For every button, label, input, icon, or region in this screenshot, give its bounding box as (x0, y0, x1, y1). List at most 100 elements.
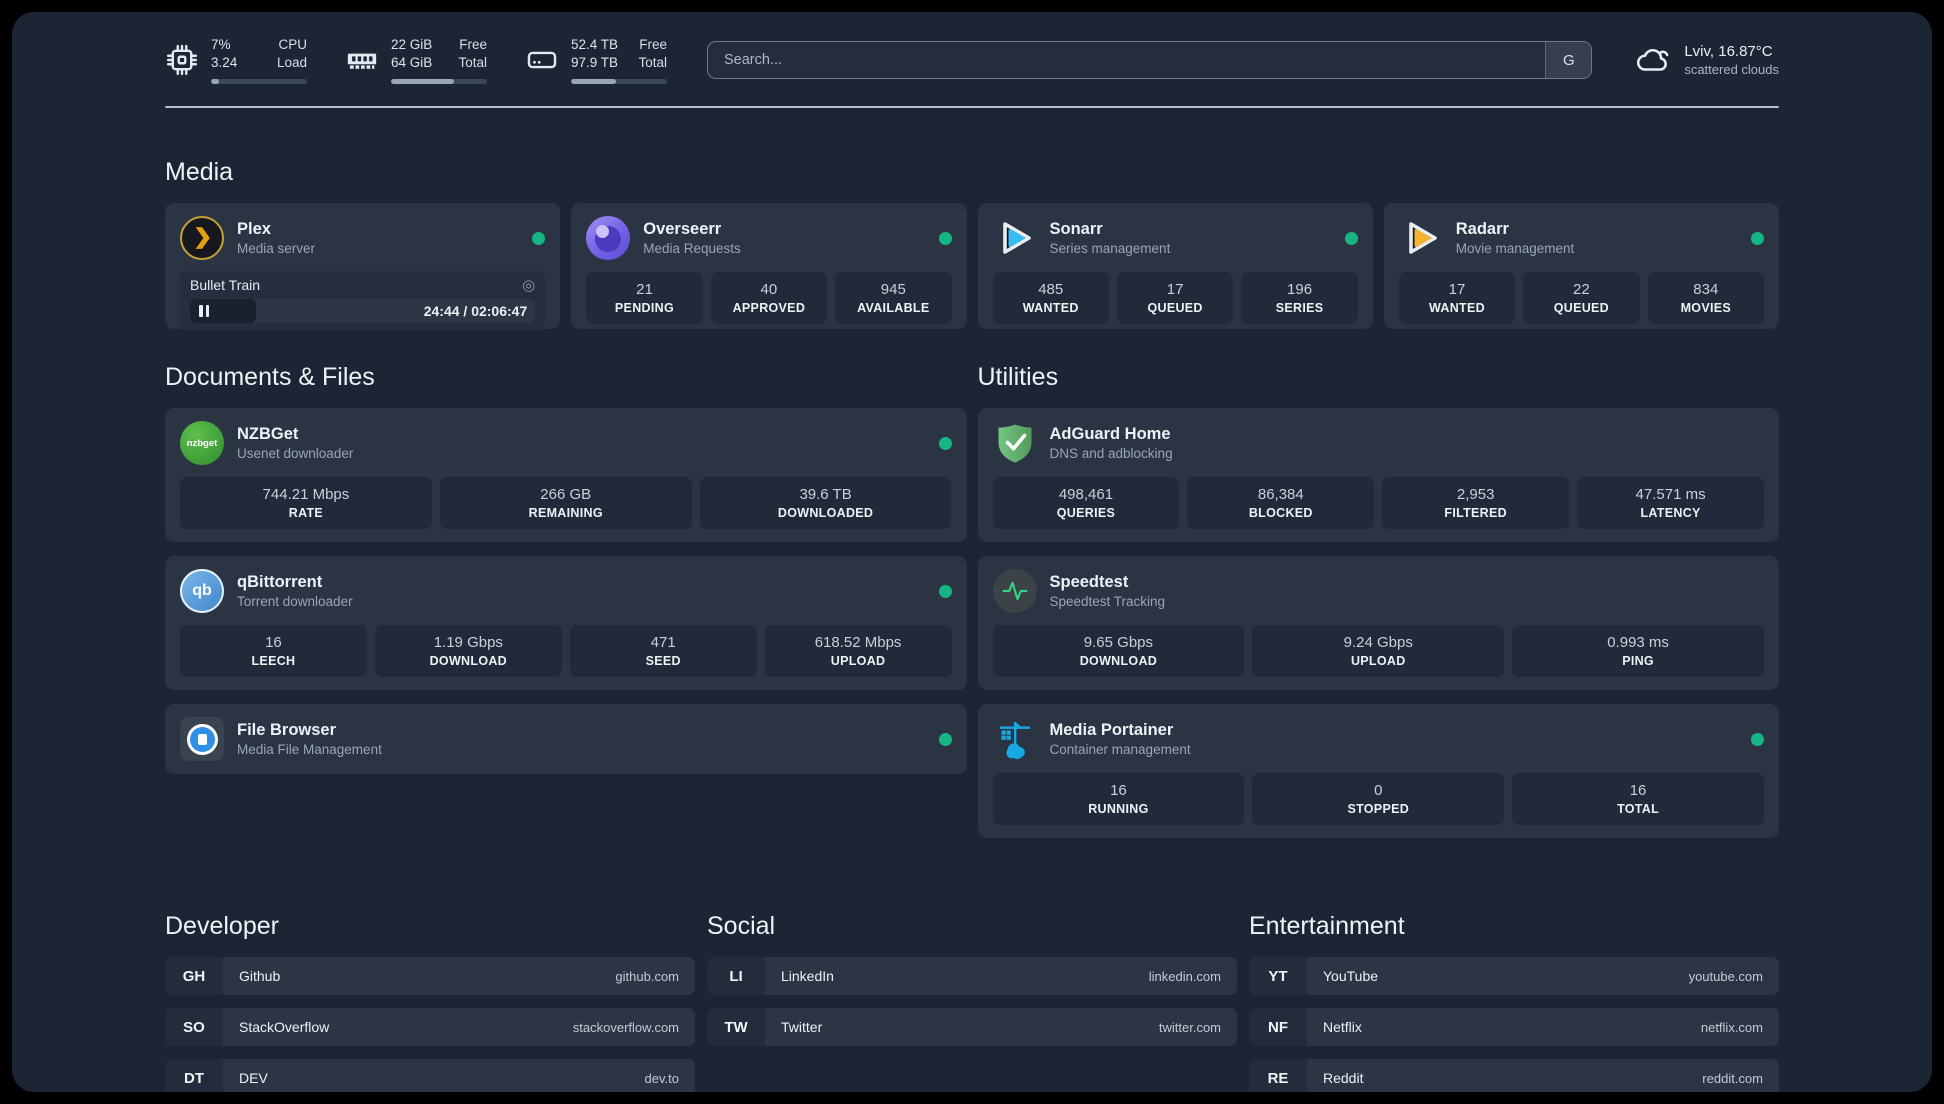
status-dot-radarr (1751, 231, 1764, 245)
stat-tile-downloaded: 39.6 TB DOWNLOADED (699, 477, 952, 530)
header-divider (165, 106, 1779, 109)
plex-icon[interactable] (180, 216, 224, 261)
app-name-speedtest[interactable]: Speedtest (1050, 573, 1166, 592)
stat-tile-wanted: 485 WANTED (992, 272, 1109, 325)
bookmarks-developer: Developer GH Github github.com SO StackO… (165, 912, 695, 1092)
stat-tile-leech: 16 LEECH (180, 625, 367, 678)
stat-tile-download: 1.19 Gbps DOWNLOAD (374, 625, 562, 678)
stat-tile-rate: 744.21 Mbps RATE (180, 477, 432, 530)
section-title-entertainment: Entertainment (1249, 912, 1405, 941)
disk-total-value: 97.9 TB (571, 55, 619, 71)
app-desc-speedtest: Speedtest Tracking (1049, 594, 1166, 610)
stat-tile-wanted: 17 WANTED (1398, 272, 1516, 325)
overseerr-icon[interactable] (586, 216, 631, 261)
cpu-load-value: 3.24 (211, 55, 238, 71)
app-desc-sonarr: Series management (1049, 241, 1171, 257)
cpu-usage-value: 7% (211, 37, 231, 52)
speedtest-icon[interactable] (992, 569, 1037, 614)
bookmark-linkedin[interactable]: LI LinkedIn linkedin.com (707, 957, 1237, 996)
disk-stat: 52.4 TB 97.9 TB Free Total (525, 36, 667, 85)
weather-widget[interactable]: Lviv, 16.87°C scattered clouds (1634, 41, 1779, 79)
bookmark-netflix[interactable]: NF Netflix netflix.com (1249, 1008, 1779, 1047)
app-name-plex[interactable]: Plex (237, 220, 315, 239)
app-name-qbittorrent[interactable]: qBittorrent (237, 573, 353, 592)
app-name-overseerr[interactable]: Overseerr (643, 220, 741, 239)
bookmark-twitter[interactable]: TW Twitter twitter.com (707, 1008, 1237, 1047)
adguard-card: AdGuard Home DNS and adblocking 498,461 … (977, 408, 1779, 543)
status-dot-nzbget (938, 436, 952, 450)
screenshot-frame: 7% 3.24 CPU Load 22 GiB 64 GiB Free Tota… (0, 0, 1944, 1104)
app-desc-radarr: Movie management (1455, 241, 1575, 257)
bookmark-stackoverflow[interactable]: SO StackOverflow stackoverflow.com (165, 1008, 695, 1047)
qbittorrent-icon[interactable]: qb (180, 569, 224, 614)
search-input[interactable] (708, 42, 1546, 79)
filebrowser-card: File Browser Media File Management (165, 704, 967, 775)
app-name-radarr[interactable]: Radarr (1456, 220, 1575, 239)
stat-tile-blocked: 86,384 BLOCKED (1187, 477, 1375, 530)
app-desc-portainer: Container management (1049, 742, 1191, 758)
stat-tile-total: 16 TOTAL (1512, 773, 1764, 826)
bookmarks-social: Social LI LinkedIn linkedin.com TW Twitt… (707, 912, 1237, 1092)
search-engine-button[interactable]: G (1545, 42, 1592, 79)
stat-tile-latency: 47.571 ms LATENCY (1577, 477, 1764, 530)
cpu-progress-fill (211, 79, 219, 85)
app-name-filebrowser[interactable]: File Browser (237, 721, 382, 740)
plex-card: Plex Media server Bullet Train ◎ 24:44 /… (165, 203, 561, 332)
radarr-icon[interactable] (1399, 216, 1443, 260)
memory-free-label: Free (459, 37, 487, 52)
app-desc-qbittorrent: Torrent downloader (237, 594, 353, 610)
bookmark-youtube[interactable]: YT YouTube youtube.com (1249, 957, 1779, 996)
bookmarks-entertainment: Entertainment YT YouTube youtube.com NF … (1249, 912, 1779, 1092)
stat-tile-available: 945 AVAILABLE (835, 272, 952, 325)
app-name-sonarr[interactable]: Sonarr (1050, 220, 1171, 239)
stat-tile-approved: 40 APPROVED (710, 272, 828, 325)
bookmark-dev[interactable]: DT DEV dev.to (165, 1059, 695, 1092)
disk-icon (525, 43, 559, 77)
bookmark-reddit[interactable]: RE Reddit reddit.com (1249, 1059, 1779, 1092)
memory-stat: 22 GiB 64 GiB Free Total (345, 36, 487, 85)
stat-tile-filtered: 2,953 FILTERED (1382, 477, 1570, 530)
weather-location-temp: Lviv, 16.87°C (1684, 43, 1773, 61)
dashboard-page: 7% 3.24 CPU Load 22 GiB 64 GiB Free Tota… (12, 12, 1932, 1092)
pause-button[interactable] (199, 305, 209, 318)
disk-free-label: Free (639, 37, 667, 52)
app-desc-filebrowser: Media File Management (237, 742, 382, 758)
sonarr-icon[interactable] (993, 216, 1037, 260)
status-dot-portainer (1751, 732, 1764, 746)
system-stats: 7% 3.24 CPU Load 22 GiB 64 GiB Free Tota… (165, 36, 667, 85)
memory-progress-fill (391, 79, 455, 85)
cpu-icon (165, 43, 199, 77)
stat-tile-upload: 618.52 Mbps UPLOAD (764, 625, 952, 678)
nzbget-icon[interactable]: nzbget (180, 421, 224, 466)
sonarr-card: Sonarr Series management 485 WANTED 17 Q… (977, 203, 1373, 330)
top-bar: 7% 3.24 CPU Load 22 GiB 64 GiB Free Tota… (165, 36, 1779, 85)
memory-total-label: Total (458, 55, 487, 71)
playback-progress-bar[interactable]: 24:44 / 02:06:47 (190, 299, 536, 324)
cpu-progress-bar (211, 79, 307, 85)
app-name-portainer[interactable]: Media Portainer (1050, 721, 1191, 740)
stat-tile-queued: 22 QUEUED (1523, 272, 1640, 325)
stat-tile-ping: 0.993 ms PING (1512, 625, 1764, 678)
cast-icon[interactable]: ◎ (522, 278, 535, 293)
section-title-media: Media (165, 158, 234, 187)
stat-tile-seed: 471 SEED (569, 625, 757, 678)
cloud-icon (1634, 41, 1672, 79)
speedtest-card: Speedtest Speedtest Tracking 9.65 Gbps D… (977, 556, 1779, 691)
app-desc-plex: Media server (237, 241, 316, 257)
cpu-load-label: Load (276, 55, 307, 71)
section-title-social: Social (707, 912, 776, 941)
status-dot-sonarr (1344, 231, 1358, 245)
cpu-usage-label: CPU (278, 37, 307, 52)
app-name-nzbget[interactable]: NZBGet (237, 425, 353, 444)
app-desc-adguard: DNS and adblocking (1049, 446, 1173, 462)
portainer-icon[interactable] (993, 717, 1037, 761)
bookmark-github[interactable]: GH Github github.com (165, 957, 695, 996)
stat-tile-series: 196 SERIES (1241, 272, 1358, 325)
app-name-adguard[interactable]: AdGuard Home (1050, 425, 1173, 444)
now-playing-title: Bullet Train (190, 277, 261, 294)
filebrowser-icon[interactable] (180, 717, 224, 762)
radarr-card: Radarr Movie management 17 WANTED 22 QUE… (1383, 203, 1779, 330)
status-dot-filebrowser (938, 732, 952, 746)
adguard-icon[interactable] (993, 421, 1037, 465)
memory-progress-bar (391, 79, 487, 85)
